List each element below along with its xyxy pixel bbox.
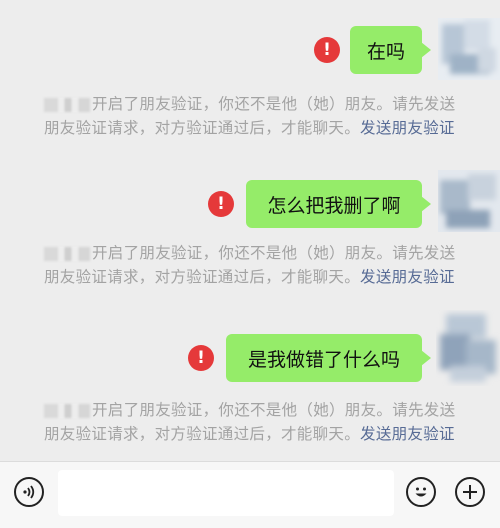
- input-toolbar: [0, 461, 500, 528]
- user-avatar[interactable]: [436, 310, 500, 386]
- send-verification-link[interactable]: 发送朋友验证: [360, 268, 455, 286]
- send-failed-icon[interactable]: !: [314, 37, 340, 63]
- message-text: 在吗: [366, 40, 405, 63]
- message-bubble[interactable]: 是我做错了什么吗: [226, 334, 431, 382]
- emoji-icon: [415, 487, 427, 497]
- send-verification-link[interactable]: 发送朋友验证: [360, 119, 455, 137]
- more-button[interactable]: [455, 477, 485, 507]
- voice-icon: [23, 485, 35, 499]
- friend-verification-notice: 开启了朋友验证，你还不是他（她）朋友。请先发送朋友验证请求，对方验证通过后，才能…: [44, 398, 464, 446]
- voice-button[interactable]: [14, 477, 44, 507]
- friend-verification-notice: 开启了朋友验证，你还不是他（她）朋友。请先发送朋友验证请求，对方验证通过后，才能…: [44, 92, 464, 140]
- user-avatar[interactable]: [438, 170, 500, 232]
- message-bubble[interactable]: 怎么把我删了啊: [246, 180, 431, 228]
- masked-username: [44, 246, 90, 261]
- plus-icon: [463, 485, 477, 499]
- friend-verification-notice: 开启了朋友验证，你还不是他（她）朋友。请先发送朋友验证请求，对方验证通过后，才能…: [44, 241, 464, 289]
- message-text: 是我做错了什么吗: [247, 348, 400, 371]
- message-text: 怎么把我删了啊: [267, 194, 401, 217]
- send-failed-icon[interactable]: !: [188, 345, 214, 371]
- masked-username: [44, 403, 90, 418]
- message-input[interactable]: [58, 470, 394, 516]
- send-failed-icon[interactable]: !: [208, 191, 234, 217]
- chat-area: ! 在吗 开启了朋友验证，你还不是他（她）朋友。请先发送朋友验证请求，对方验证通…: [0, 0, 500, 461]
- message-bubble[interactable]: 在吗: [350, 26, 431, 74]
- user-avatar[interactable]: [438, 18, 500, 80]
- masked-username: [44, 97, 90, 112]
- send-verification-link[interactable]: 发送朋友验证: [360, 425, 455, 443]
- emoji-button[interactable]: [406, 477, 436, 507]
